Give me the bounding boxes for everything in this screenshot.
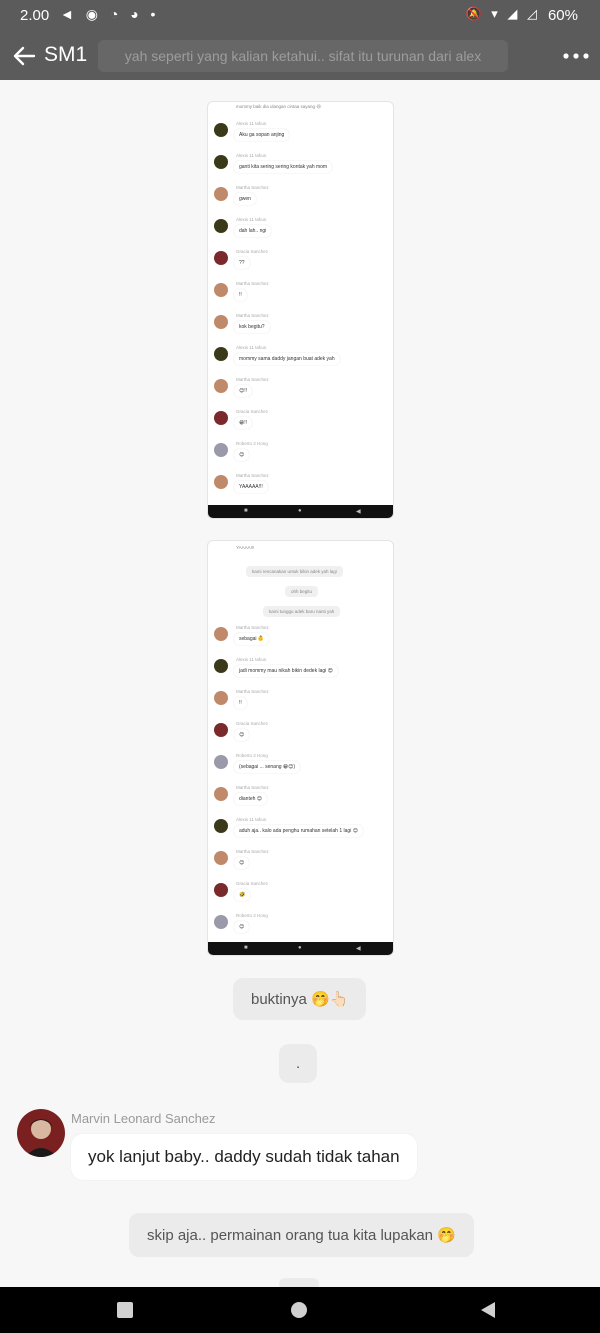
chat-title[interactable]: SM1 <box>44 43 87 67</box>
screenshot-message-bubble: 😊 <box>234 857 250 869</box>
screenshot-message-bubble: 😊 <box>234 449 250 461</box>
screenshot-avatar <box>214 755 228 769</box>
screenshot-avatar <box>214 819 228 833</box>
screenshot-message-bubble: aduh aja.. kalo ada penghu rumahan setel… <box>234 825 363 837</box>
pinned-message-preview[interactable]: yah seperti yang kalian ketahui.. sifat … <box>98 40 508 72</box>
screenshot-message-bubble: ganti kita sering sering kontak yah mom <box>234 161 333 173</box>
sender-name[interactable]: Marvin Leonard Sanchez <box>71 1111 216 1126</box>
screenshot-avatar <box>214 219 228 233</box>
screenshot-nav-bar: ■ ● ◀ <box>208 505 393 518</box>
screenshot-message-bubble: dah lah.. ngi <box>234 225 272 237</box>
screenshot-sender-name: Martha Sanchez <box>236 281 269 286</box>
screenshot-message-bubble: (sebagai ... senang 😁😊) <box>234 761 301 773</box>
battery-level: 60% <box>547 7 578 24</box>
screenshot-avatar <box>214 723 228 737</box>
screenshot-message-bubble: YAAAAA!!! <box>234 481 268 493</box>
screenshot-message-bubble: sebagai 👶 <box>234 633 270 645</box>
screenshot-message-bubble: Aku ga sopan anjing <box>234 129 290 141</box>
status-time: 2.00 <box>20 7 50 24</box>
screenshot-message-bubble: !! <box>234 289 247 301</box>
home-icon[interactable] <box>288 1299 310 1321</box>
screenshot-sender-name: Alexis 11 tahun <box>236 345 267 350</box>
screenshot-avatar <box>214 347 228 361</box>
shared-screenshot-1[interactable]: mommy baik dia ulangan cintaa sayang 😆 A… <box>207 101 394 519</box>
screenshot-sender-name: Alexis 11 tahun <box>236 657 267 662</box>
screenshot-sender-name: Gracia Sanchez <box>236 881 269 886</box>
screenshot-avatar <box>214 787 228 801</box>
screenshot-avatar <box>214 475 228 489</box>
screenshot-message-bubble: 😊 <box>234 729 250 741</box>
screenshot-sender-name: Alexis 11 tahun <box>236 121 267 126</box>
screenshot-message-bubble: kok begitu? <box>234 321 270 333</box>
shared-screenshot-2[interactable]: YAAAA!!! kami rencanakan untuk bikin ade… <box>207 540 394 956</box>
screenshot-avatar <box>214 851 228 865</box>
screenshot-message-bubble: dianteh 😊 <box>234 793 268 805</box>
screenshot-top-text: mommy baik dia ulangan cintaa sayang 😆 <box>230 102 327 113</box>
screenshot-sender-name: Gracia Sanchez <box>236 409 269 414</box>
screenshot-avatar <box>214 443 228 457</box>
system-nav-bar <box>0 1287 600 1333</box>
screenshot-avatar <box>214 187 228 201</box>
screenshot-message-bubble: 😊!! <box>234 385 252 397</box>
screenshot-sender-name: Martha Sanchez <box>236 473 269 478</box>
system-message-buktinya: buktinya 🤭👆🏻 <box>233 978 367 1020</box>
screenshot-avatar <box>214 627 228 641</box>
screenshot-system-message: kami rencanakan untuk bikin adek yah lag… <box>246 566 343 577</box>
screenshot-avatar <box>214 251 228 265</box>
screenshot-sender-name: Martha Sanchez <box>236 849 269 854</box>
screenshot-sender-name: Martha Sanchez <box>236 625 269 630</box>
screenshot-message-bubble: 🤣 <box>234 889 251 901</box>
back-icon[interactable] <box>477 1299 499 1321</box>
screenshot-avatar <box>214 283 228 297</box>
system-message-dot: . <box>279 1044 318 1083</box>
screenshot-avatar <box>214 691 228 705</box>
screenshot-sender-name: Roberto 2 Hong <box>236 913 268 918</box>
screenshot-system-message: ohh begitu <box>285 586 319 597</box>
screenshot-sender-name: Roberto 2 Hong <box>236 753 268 758</box>
screenshot-avatar <box>214 379 228 393</box>
screenshot-system-message: kami tunggu adek baru nanti yah <box>263 606 341 617</box>
message-bubble[interactable]: yok lanjut baby.. daddy sudah tidak taha… <box>71 1134 417 1180</box>
screenshot-avatar <box>214 411 228 425</box>
screenshot-sender-name: Gracia Sanchez <box>236 721 269 726</box>
screenshot-sender-name: Alexis 11 tahun <box>236 217 267 222</box>
screenshot-avatar <box>214 155 228 169</box>
screenshot-avatar <box>214 883 228 897</box>
screenshot-sender-name: Martha Sanchez <box>236 377 269 382</box>
screenshot-message-bubble: 😁!! <box>234 417 252 429</box>
screenshot-message-bubble: jadi mommy mau nikah bikin dedek lagi 😍 <box>234 665 338 677</box>
screenshot-avatar <box>214 315 228 329</box>
screenshot-message-bubble: mommy sama daddy jangan buat adek yah <box>234 353 340 365</box>
screenshot-sender-name: Alexis 11 tahun <box>236 817 267 822</box>
notification-icons: ◄ ◉ ◔ ◕ • <box>60 6 160 22</box>
screenshot-nav-bar: ■ ● ◀ <box>208 942 393 955</box>
screenshot-avatar <box>214 123 228 137</box>
sender-avatar[interactable] <box>17 1109 65 1157</box>
screenshot-sender-name: Alexis 11 tahun <box>236 153 267 158</box>
recents-icon[interactable] <box>114 1299 136 1321</box>
screenshot-message-bubble: ?? <box>234 257 250 269</box>
screenshot-avatar <box>214 659 228 673</box>
screenshot-avatar <box>214 915 228 929</box>
status-bar: 2.00 ◄ ◉ ◔ ◕ • 🔕 ▾ ◢ ◿ 60% <box>0 0 600 32</box>
more-options-icon[interactable] <box>560 40 592 72</box>
back-arrow-icon[interactable] <box>8 40 40 72</box>
screenshot-sender-name: Gracia Sanchez <box>236 249 269 254</box>
screenshot-sender-name: Roberto 2 Hong <box>236 441 268 446</box>
screenshot-message-bubble: gwen <box>234 193 256 205</box>
system-message-skip: skip aja.. permainan orang tua kita lupa… <box>129 1213 474 1257</box>
chat-app-bar: SM1 yah seperti yang kalian ketahui.. si… <box>0 32 600 80</box>
signal-icons: 🔕 ▾ ◢ ◿ <box>465 6 540 21</box>
screenshot-message-bubble: !! <box>234 697 247 709</box>
screenshot-sender-name: Martha Sanchez <box>236 689 269 694</box>
screenshot-sender-name: Martha Sanchez <box>236 185 269 190</box>
screenshot-top-text: YAAAA!!! <box>230 542 261 553</box>
screenshot-sender-name: Martha Sanchez <box>236 785 269 790</box>
screenshot-message-bubble: 😊 <box>234 921 250 933</box>
screenshot-sender-name: Martha Sanchez <box>236 313 269 318</box>
